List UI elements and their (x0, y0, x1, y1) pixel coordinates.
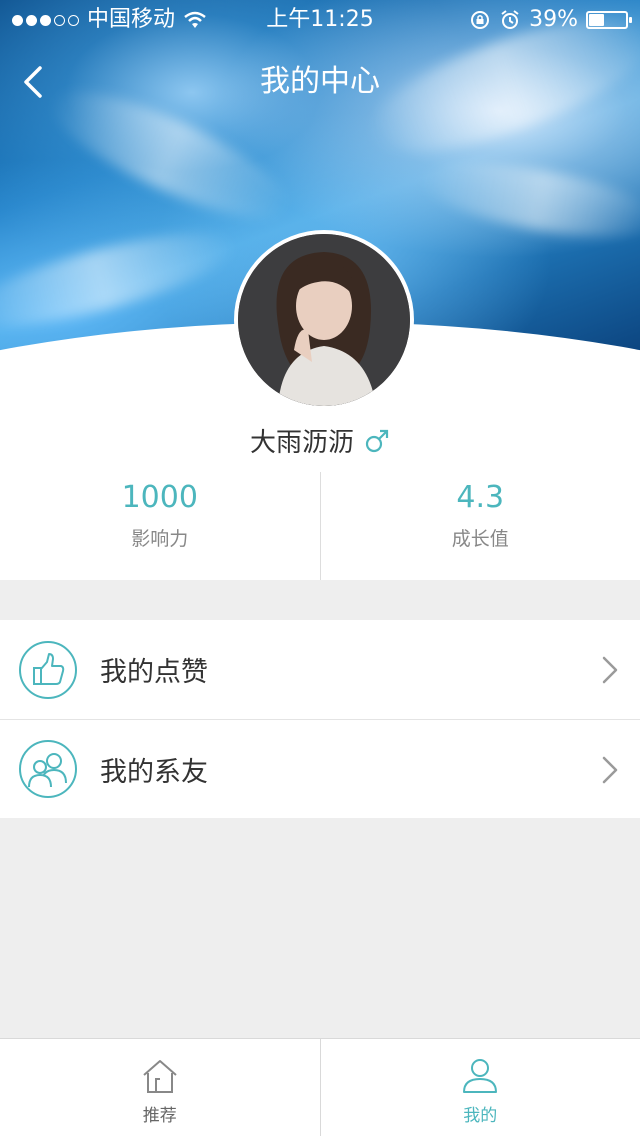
menu-item-friends[interactable]: 我的系友 (0, 719, 640, 818)
tab-bar: 推荐 我的 (0, 1038, 640, 1136)
battery-percent: 39% (529, 7, 578, 32)
stat-value: 4.3 (456, 480, 505, 515)
alarm-icon (501, 10, 519, 29)
chevron-right-icon (602, 656, 618, 684)
rotation-lock-icon (471, 11, 490, 29)
battery-icon (586, 11, 632, 29)
tab-label: 我的 (463, 1106, 498, 1126)
stat-label: 影响力 (131, 528, 189, 550)
page-title: 我的中心 (260, 64, 380, 99)
stat-value: 1000 (121, 480, 198, 515)
tab-mine[interactable]: 我的 (319, 1039, 640, 1136)
stat-influence[interactable]: 1000 影响力 (0, 472, 320, 580)
stat-growth[interactable]: 4.3 成长值 (319, 472, 640, 580)
chevron-right-icon (602, 756, 618, 784)
tab-label: 推荐 (142, 1106, 177, 1126)
profile-stats: 1000 影响力 4.3 成长值 (0, 472, 640, 580)
menu-item-label: 我的点赞 (100, 657, 208, 688)
home-icon (143, 1060, 177, 1093)
status-bar: 中国移动 上午11:25 39% (0, 0, 640, 40)
user-icon (463, 1059, 498, 1093)
username-row: 大雨沥沥 (0, 422, 640, 459)
avatar-photo (238, 234, 410, 406)
app-screen: 中国移动 上午11:25 39% 我的中心 大雨沥沥 1000 影响力 4.3 … (0, 0, 640, 1136)
stat-label: 成长值 (451, 528, 509, 550)
avatar[interactable] (234, 230, 414, 410)
menu-item-label: 我的系友 (100, 756, 208, 788)
tab-recommend[interactable]: 推荐 (0, 1039, 320, 1136)
battery-level (589, 14, 604, 26)
thumbs-up-icon (19, 640, 77, 699)
male-icon (365, 429, 389, 452)
menu-list: 我的点赞 我的系友 (0, 620, 640, 818)
menu-item-likes[interactable]: 我的点赞 (0, 620, 640, 719)
friends-icon (19, 740, 77, 798)
username: 大雨沥沥 (249, 428, 354, 458)
